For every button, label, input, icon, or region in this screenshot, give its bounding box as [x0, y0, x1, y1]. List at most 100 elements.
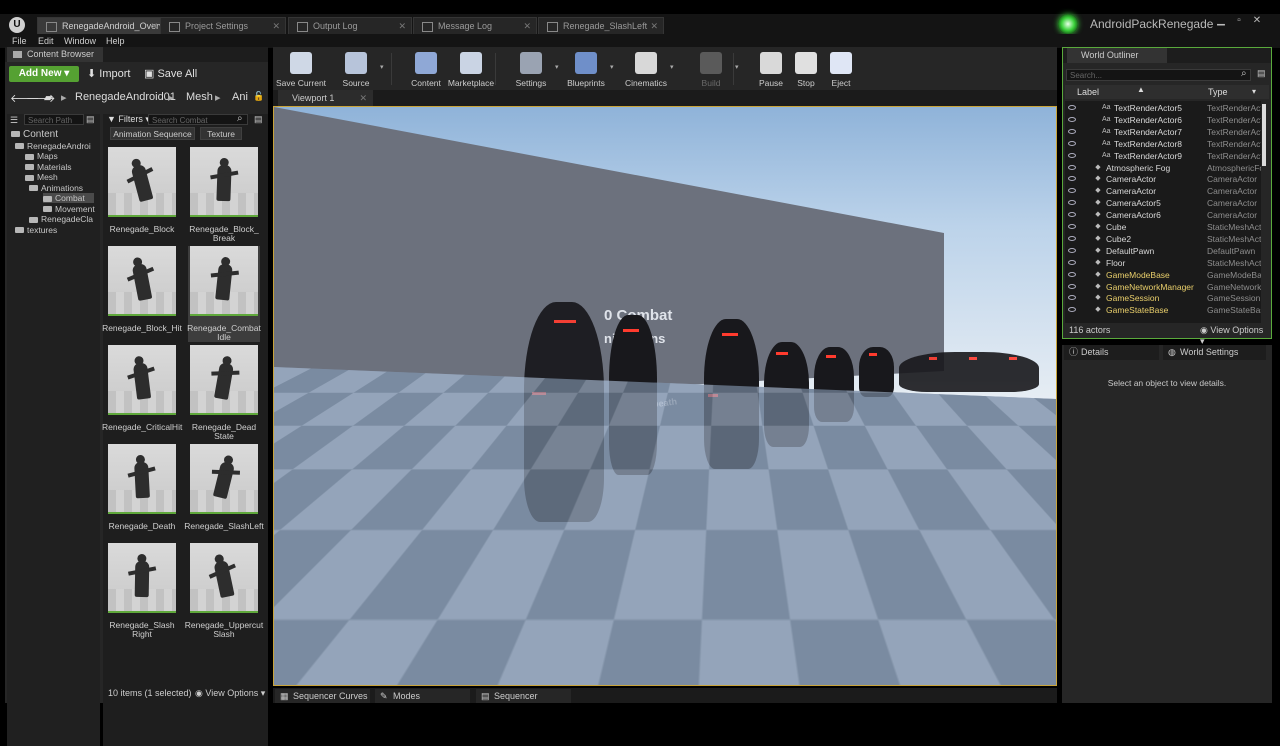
tab-content-browser[interactable]: Content Browser [7, 47, 103, 62]
view-options-button[interactable]: ◉ View Options ▾ [195, 688, 265, 699]
asset-tile[interactable]: Renegade_Uppercut Slash [188, 543, 260, 639]
outliner-row[interactable]: ◆ Cube2 StaticMeshActo [1065, 233, 1261, 245]
tree-item-materials[interactable]: Materials [25, 162, 71, 172]
tab-world-outliner[interactable]: World Outliner [1067, 48, 1167, 63]
menu-help[interactable]: Help [106, 36, 125, 46]
visibility-eye-icon[interactable] [1068, 212, 1076, 217]
outliner-scrollbar[interactable] [1262, 104, 1266, 166]
save-search-icon[interactable]: ▤ [254, 114, 263, 125]
toolbar-save-current-button[interactable]: Save Current [273, 51, 329, 89]
visibility-eye-icon[interactable] [1068, 260, 1076, 265]
tree-item-content[interactable]: Content [11, 130, 58, 140]
breadcrumb-animations[interactable]: Ani [232, 91, 250, 103]
visibility-eye-icon[interactable] [1068, 141, 1076, 146]
breadcrumb-mesh[interactable]: Mesh [186, 91, 213, 103]
visibility-eye-icon[interactable] [1068, 165, 1076, 170]
outliner-row[interactable]: Aa TextRenderActor5 TextRenderAct [1065, 102, 1261, 114]
visibility-eye-icon[interactable] [1068, 224, 1076, 229]
column-options-icon[interactable]: ▾ [1252, 87, 1256, 96]
tab-project-settings[interactable]: Project Settings ✕ [160, 17, 286, 34]
dropdown-caret-icon[interactable]: ▾ [670, 63, 674, 71]
visibility-eye-icon[interactable] [1068, 236, 1076, 241]
visibility-eye-icon[interactable] [1068, 295, 1076, 300]
tab-viewport-1[interactable]: Viewport 1 ✕ [278, 90, 373, 106]
asset-tile[interactable]: Renegade_Block_Hit [106, 246, 178, 342]
asset-tile[interactable]: Renegade_Block [106, 147, 178, 243]
tab-modes[interactable]: ✎ Modes [375, 689, 470, 703]
visibility-eye-icon[interactable] [1068, 117, 1076, 122]
dropdown-caret-icon[interactable]: ▾ [735, 63, 739, 71]
outliner-row[interactable]: ◆ GameNetworkManager GameNetworkM [1065, 281, 1261, 293]
toolbar-build-button[interactable]: Build [683, 51, 739, 89]
asset-tile[interactable]: Renegade_Block_ Break [188, 147, 260, 243]
outliner-row[interactable]: ◆ CameraActor5 CameraActor [1065, 197, 1261, 209]
outliner-view-options-button[interactable]: ◉ View Options ▾ [1200, 325, 1269, 347]
outliner-row[interactable]: ◆ DefaultPawn DefaultPawn [1065, 245, 1261, 257]
toolbar-cinematics-button[interactable]: Cinematics [618, 51, 674, 89]
column-label[interactable]: Label [1077, 87, 1099, 97]
asset-tile[interactable]: Renegade_SlashLeft [188, 444, 260, 540]
visibility-eye-icon[interactable] [1068, 200, 1076, 205]
visibility-eye-icon[interactable] [1068, 153, 1076, 158]
close-icon[interactable]: ✕ [359, 90, 367, 106]
search-paths-input[interactable]: Search Path [24, 114, 84, 125]
dropdown-caret-icon[interactable]: ▾ [610, 63, 614, 71]
tree-item-animations[interactable]: Animations [29, 183, 83, 193]
tree-toggle-icon[interactable]: ☰ [10, 115, 20, 125]
menu-window[interactable]: Window [64, 36, 96, 46]
save-all-button[interactable]: ▣ Save All [144, 66, 197, 82]
tab-renegade-overview[interactable]: RenegadeAndroid_Overview ✕ [37, 17, 164, 34]
outliner-row[interactable]: ◆GameStateBaseGameStateBase [1065, 304, 1261, 316]
outliner-row[interactable]: Aa TextRenderActor7 TextRenderAct [1065, 126, 1261, 138]
tab-sequencer-curves[interactable]: ▦ Sequencer Curves [275, 689, 370, 703]
asset-tile[interactable]: Renegade_Dead State [188, 345, 260, 441]
visibility-eye-icon[interactable] [1068, 248, 1076, 253]
close-icon[interactable]: ✕ [523, 18, 531, 34]
visibility-eye-icon[interactable] [1068, 129, 1076, 134]
folder-icon[interactable]: ▰ [44, 91, 52, 104]
maximize-icon[interactable]: ▫ [1233, 15, 1245, 27]
outliner-row[interactable]: ◆ CameraActor CameraActor [1065, 185, 1261, 197]
close-icon[interactable]: ✕ [272, 18, 280, 34]
menu-file[interactable]: File [12, 36, 27, 46]
toolbar-eject-button[interactable]: Eject [813, 51, 869, 89]
filter-chip-animation-sequence[interactable]: Animation Sequence [110, 127, 195, 140]
close-icon[interactable]: ✕ [398, 18, 406, 34]
tree-item-movement[interactable]: Movement [43, 204, 95, 214]
visibility-eye-icon[interactable] [1068, 188, 1076, 193]
visibility-eye-icon[interactable] [1068, 284, 1076, 289]
breadcrumb-renegadeandroid01[interactable]: RenegadeAndroid01 [75, 91, 176, 103]
sort-asc-icon[interactable]: ▲ [1137, 85, 1145, 94]
import-button[interactable]: ⬇ Import [87, 66, 130, 82]
tab-world-settings[interactable]: ◍ World Settings [1163, 345, 1266, 360]
add-new-button[interactable]: Add New ▾ [9, 66, 79, 82]
outliner-row[interactable]: ◆ Cube StaticMeshActo [1065, 221, 1261, 233]
tab-renegade-slashleft[interactable]: Renegade_SlashLeft ✕ [538, 17, 664, 34]
tree-item-maps[interactable]: Maps [25, 151, 58, 161]
toolbar-blueprints-button[interactable]: Blueprints [558, 51, 614, 89]
filters-dropdown[interactable]: ▼ Filters ▾ [107, 114, 150, 125]
tree-item-mesh[interactable]: Mesh [25, 172, 58, 182]
visibility-eye-icon[interactable] [1068, 307, 1076, 312]
outliner-row[interactable]: ◆ Atmospheric Fog AtmosphericFo [1065, 162, 1261, 174]
tree-options-icon[interactable]: ▤ [86, 114, 95, 125]
dropdown-caret-icon[interactable]: ▾ [380, 63, 384, 71]
tree-item-textures[interactable]: textures [15, 225, 57, 235]
asset-tile[interactable]: Renegade_Death [106, 444, 178, 540]
close-icon[interactable]: ✕ [150, 18, 158, 34]
tree-item-renegadecla[interactable]: RenegadeCla [29, 214, 93, 224]
search-input[interactable]: Search Combat [148, 114, 248, 125]
column-type[interactable]: Type [1208, 87, 1228, 97]
tree-item-renegadeandroi[interactable]: RenegadeAndroi [15, 141, 91, 151]
toolbar-marketplace-button[interactable]: Marketplace [443, 51, 499, 89]
minimize-icon[interactable]: ▁ [1215, 15, 1227, 27]
filter-chip-texture[interactable]: Texture [200, 127, 242, 140]
tree-item-combat[interactable]: Combat [43, 193, 94, 203]
tab-output-log[interactable]: Output Log ✕ [288, 17, 412, 34]
outliner-row[interactable]: ◆GameModeBaseGameModeBase [1065, 269, 1261, 281]
outliner-options-icon[interactable]: ▤ [1257, 68, 1266, 79]
tab-message-log[interactable]: Message Log ✕ [413, 17, 537, 34]
outliner-search-input[interactable]: Search... [1066, 69, 1251, 81]
outliner-row[interactable]: ◆ CameraActor CameraActor [1065, 173, 1261, 185]
outliner-row[interactable]: ◆ GameSession GameSession [1065, 292, 1261, 304]
